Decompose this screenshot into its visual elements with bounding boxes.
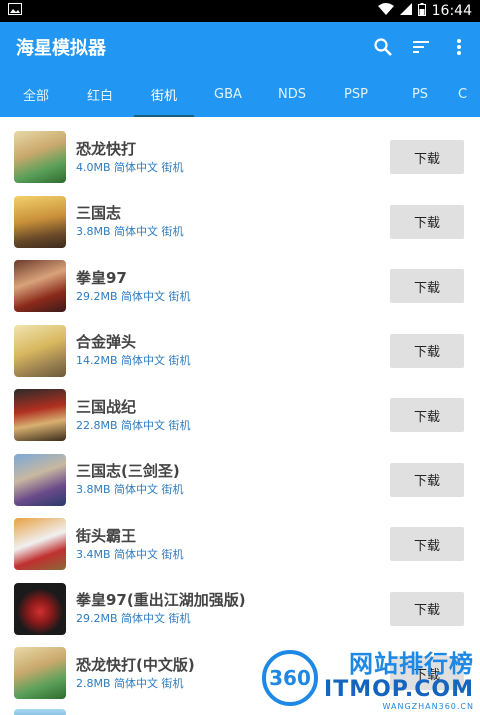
app-bar: 海星模拟器: [0, 22, 480, 72]
tab-psp[interactable]: PSP: [324, 72, 388, 117]
list-item[interactable]: 恐龙快打(中文版) 2.8MB 简体中文 街机 下载: [0, 641, 480, 706]
game-meta: 2.8MB 简体中文 街机: [76, 676, 184, 690]
download-button[interactable]: 下载: [390, 333, 464, 368]
image-notification-icon: [8, 3, 22, 19]
category-tabs: 全部 红白 街机 GBA NDS PSP PS C: [0, 72, 480, 117]
list-item[interactable]: 街头霸王 3.4MB 简体中文 街机 下载: [0, 512, 480, 577]
game-meta: 29.2MB 简体中文 街机: [76, 289, 191, 303]
game-thumbnail: [14, 708, 66, 715]
wifi-icon: [377, 3, 394, 19]
tab-arcade[interactable]: 街机: [132, 72, 196, 117]
tab-nds[interactable]: NDS: [260, 72, 324, 117]
game-meta: 22.8MB 简体中文 街机: [76, 418, 191, 432]
search-icon[interactable]: [370, 34, 396, 60]
game-thumbnail: [14, 453, 66, 506]
game-thumbnail: [14, 647, 66, 700]
game-meta: 14.2MB 简体中文 街机: [76, 354, 191, 368]
game-name: 合金弹头: [76, 333, 137, 352]
game-thumbnail: [14, 131, 66, 184]
game-name: 街头霸王: [76, 526, 137, 545]
game-thumbnail: [14, 260, 66, 313]
download-button[interactable]: 下载: [390, 140, 464, 175]
game-name: 恐龙快打(中文版): [76, 655, 195, 674]
game-meta: 4.0MB 简体中文 街机: [76, 160, 184, 174]
sort-icon[interactable]: [408, 34, 434, 60]
list-item[interactable]: 恐龙快打 4.0MB 简体中文 街机 下载: [0, 125, 480, 190]
game-name: 拳皇97(重出江湖加强版): [76, 591, 246, 610]
list-item[interactable]: 合金弹头 14.2MB 简体中文 街机 下载: [0, 319, 480, 384]
download-button[interactable]: 下载: [390, 656, 464, 691]
game-name: 恐龙快打: [76, 139, 137, 158]
tab-more[interactable]: C: [452, 72, 472, 117]
game-meta: 3.8MB 简体中文 街机: [76, 483, 184, 497]
tab-all[interactable]: 全部: [4, 72, 68, 117]
download-button[interactable]: 下载: [390, 204, 464, 239]
game-name: 三国志: [76, 204, 122, 223]
list-item[interactable]: 三国志 3.8MB 简体中文 街机 下载: [0, 190, 480, 255]
game-thumbnail: [14, 582, 66, 635]
game-thumbnail: [14, 195, 66, 248]
game-meta: 3.8MB 简体中文 街机: [76, 225, 184, 239]
download-button[interactable]: 下载: [390, 591, 464, 626]
game-name: 拳皇97: [76, 268, 127, 287]
list-item[interactable]: 三国战纪 22.8MB 简体中文 街机 下载: [0, 383, 480, 448]
game-thumbnail: [14, 324, 66, 377]
tab-ps[interactable]: PS: [388, 72, 452, 117]
game-name: 三国志(三剑圣): [76, 462, 180, 481]
app-title: 海星模拟器: [16, 38, 106, 59]
download-button[interactable]: 下载: [390, 398, 464, 433]
list-item[interactable]: 三国志(三剑圣) 3.8MB 简体中文 街机 下载: [0, 448, 480, 513]
battery-icon: [417, 2, 426, 20]
list-item[interactable]: [0, 706, 480, 715]
download-button[interactable]: 下载: [390, 462, 464, 497]
tab-gba[interactable]: GBA: [196, 72, 260, 117]
list-item[interactable]: 拳皇97(重出江湖加强版) 29.2MB 简体中文 街机 下载: [0, 577, 480, 642]
game-name: 三国战纪: [76, 397, 137, 416]
signal-icon: [399, 3, 412, 19]
status-bar: 16:44: [0, 0, 480, 22]
game-thumbnail: [14, 389, 66, 442]
more-vert-icon[interactable]: [446, 34, 472, 60]
game-meta: 3.4MB 简体中文 街机: [76, 547, 184, 561]
tab-fc[interactable]: 红白: [68, 72, 132, 117]
game-thumbnail: [14, 518, 66, 571]
game-meta: 29.2MB 简体中文 街机: [76, 612, 191, 626]
game-list: 恐龙快打 4.0MB 简体中文 街机 下载 三国志 3.8MB 简体中文 街机 下载…: [0, 117, 480, 715]
status-time: 16:44: [431, 3, 472, 19]
list-item[interactable]: 拳皇97 29.2MB 简体中文 街机 下载: [0, 254, 480, 319]
download-button[interactable]: 下载: [390, 269, 464, 304]
download-button[interactable]: 下载: [390, 527, 464, 562]
